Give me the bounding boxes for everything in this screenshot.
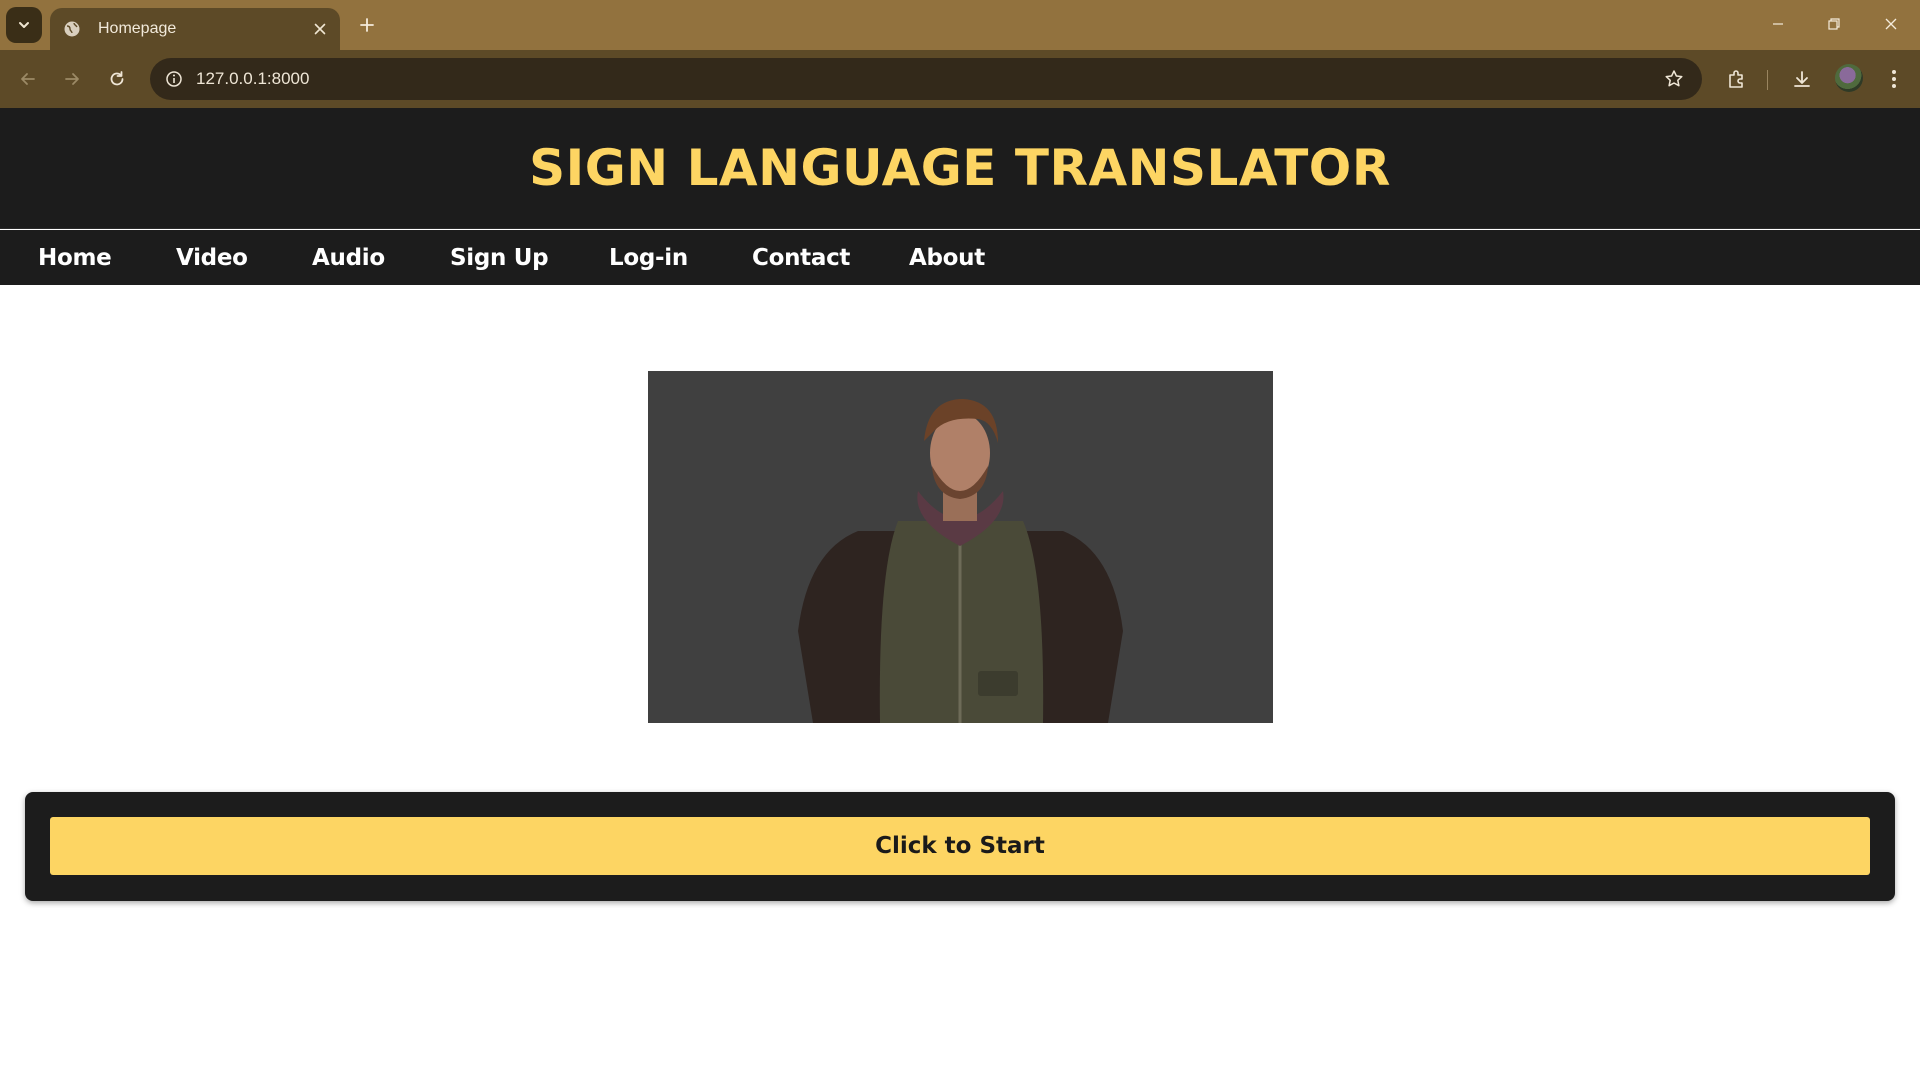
- extensions-button[interactable]: [1721, 64, 1751, 94]
- chevron-down-icon: [19, 22, 29, 28]
- minimize-icon: [1773, 23, 1783, 25]
- close-tab-button[interactable]: [306, 15, 334, 43]
- site-title: SIGN LANGUAGE TRANSLATOR: [529, 139, 1391, 197]
- reload-icon: [110, 71, 124, 86]
- plus-icon: [360, 18, 374, 32]
- nav-contact[interactable]: Contact: [752, 230, 850, 285]
- page-content: SIGN LANGUAGE TRANSLATOR Home Video Audi…: [0, 108, 1920, 1080]
- browser-toolbar: 127.0.0.1:8000: [0, 50, 1920, 108]
- back-icon: [21, 73, 35, 85]
- toolbar-divider: [1767, 70, 1768, 90]
- browser-menu-button[interactable]: [1879, 64, 1909, 94]
- start-panel: Click to Start: [25, 792, 1895, 901]
- kebab-menu-icon: [1892, 70, 1896, 88]
- url-text[interactable]: 127.0.0.1:8000: [196, 69, 309, 89]
- extensions-icon: [1729, 70, 1743, 88]
- signing-avatar-figure: [648, 371, 1273, 723]
- nav-log-in[interactable]: Log-in: [609, 230, 688, 285]
- nav-sign-up[interactable]: Sign Up: [450, 230, 549, 285]
- forward-icon: [65, 73, 79, 85]
- nav-about[interactable]: About: [909, 230, 985, 285]
- start-button[interactable]: Click to Start: [50, 817, 1870, 875]
- active-tab[interactable]: Homepage: [50, 8, 340, 50]
- nav-video[interactable]: Video: [176, 230, 248, 285]
- tab-title: Homepage: [98, 20, 177, 37]
- site-header: SIGN LANGUAGE TRANSLATOR: [0, 108, 1920, 229]
- browser-tab-strip: Homepage: [0, 0, 1920, 50]
- close-icon: [314, 23, 326, 35]
- restore-button[interactable]: [1812, 6, 1856, 42]
- main-nav: Home Video Audio Sign Up Log-in Contact …: [0, 230, 1920, 285]
- forward-button[interactable]: [57, 64, 87, 94]
- address-bar[interactable]: 127.0.0.1:8000: [150, 58, 1702, 100]
- new-tab-button[interactable]: [353, 11, 381, 39]
- downloads-button[interactable]: [1787, 64, 1817, 94]
- tab-search-button[interactable]: [6, 7, 42, 43]
- download-icon: [1794, 71, 1810, 87]
- minimize-button[interactable]: [1756, 6, 1800, 42]
- window-close-icon: [1885, 18, 1897, 30]
- nav-audio[interactable]: Audio: [312, 230, 385, 285]
- restore-icon: [1828, 18, 1840, 30]
- site-info-icon[interactable]: [160, 65, 188, 93]
- back-button[interactable]: [13, 64, 43, 94]
- reload-button[interactable]: [102, 64, 132, 94]
- globe-icon: [62, 19, 82, 39]
- nav-home[interactable]: Home: [38, 230, 112, 285]
- avatar-video: [648, 371, 1273, 723]
- window-close-button[interactable]: [1869, 6, 1913, 42]
- profile-avatar[interactable]: [1835, 64, 1863, 92]
- star-icon[interactable]: [1660, 65, 1688, 93]
